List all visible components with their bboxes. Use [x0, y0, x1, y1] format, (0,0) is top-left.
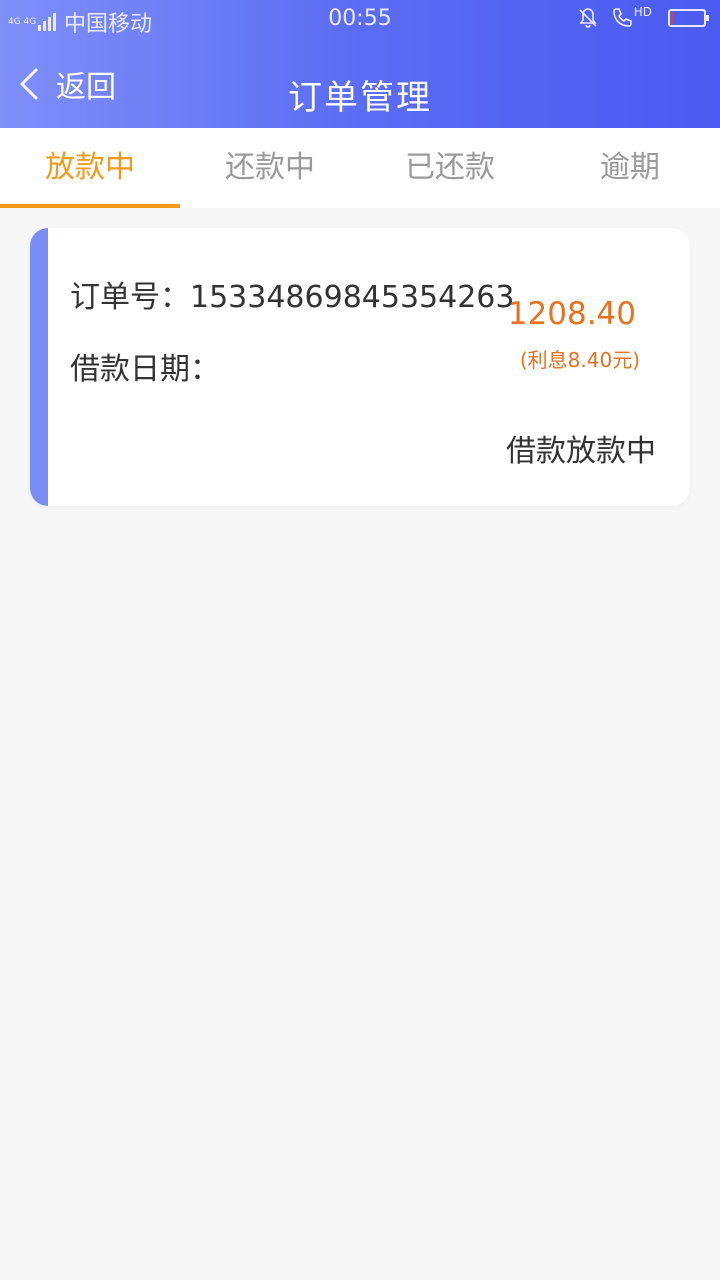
tab-label: 逾期 [600, 150, 660, 185]
tab-repaying[interactable]: 还款中 [180, 128, 360, 208]
battery-icon [668, 9, 709, 27]
tab-bar: 放款中 还款中 已还款 逾期 [0, 128, 720, 208]
interest-amount: (利息8.40元) [519, 348, 640, 372]
tab-label: 放款中 [45, 150, 135, 185]
loan-date-row: 借款日期： [70, 344, 220, 388]
nav-bar: 返回 订单管理 [0, 40, 720, 128]
loan-amount: 1208.40 [507, 296, 636, 332]
header: 4G 4G 中国移动 00:55 HD 返回 订单管理 [0, 0, 720, 128]
order-number-label: 订单号： [70, 280, 190, 315]
tab-label: 还款中 [225, 150, 315, 185]
status-right: HD [576, 5, 709, 30]
tab-overdue[interactable]: 逾期 [540, 128, 720, 208]
tab-disbursing[interactable]: 放款中 [0, 128, 180, 208]
loan-date-label: 借款日期： [70, 352, 220, 387]
order-number: 15334869845354263 [190, 280, 515, 315]
phone-hd-icon [612, 8, 632, 27]
hd-label: HD [633, 5, 652, 19]
order-status: 借款放款中 [506, 434, 656, 469]
status-bar: 4G 4G 中国移动 00:55 HD [0, 0, 720, 40]
order-card[interactable]: 订单号：15334869845354263 借款日期： 1208.40 (利息8… [30, 228, 690, 506]
tab-label: 已还款 [405, 150, 495, 185]
page-title: 订单管理 [288, 78, 432, 118]
card-accent-bar [30, 228, 48, 506]
bell-muted-icon [579, 8, 597, 28]
order-number-row: 订单号：15334869845354263 [70, 272, 514, 316]
tab-underline [0, 204, 180, 208]
tab-repaid[interactable]: 已还款 [360, 128, 540, 208]
battery-level-fill [671, 12, 674, 24]
